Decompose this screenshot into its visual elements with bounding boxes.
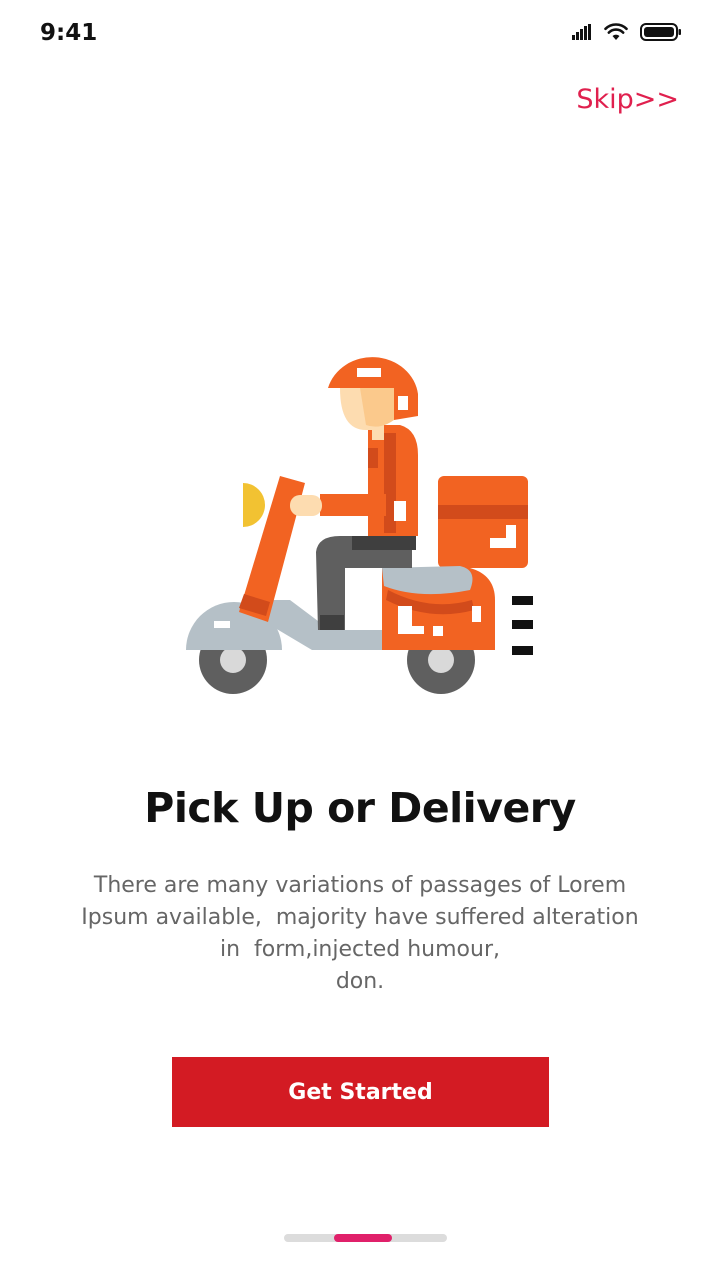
description-line: There are many variations of passages of… — [93, 873, 627, 898]
signal-icon — [572, 24, 591, 40]
page-indicator-active — [334, 1234, 392, 1242]
get-started-button[interactable]: Get Started — [172, 1057, 549, 1127]
description-line: don. — [335, 969, 385, 994]
status-time: 9:41 — [40, 20, 98, 46]
page-indicator — [284, 1234, 447, 1242]
status-bar: 9:41 — [0, 0, 720, 70]
description-line: Ipsum available, majority have suffered … — [81, 905, 639, 930]
status-icons — [572, 23, 682, 41]
wifi-icon — [604, 23, 628, 40]
scooter-delivery-icon — [186, 357, 533, 694]
skip-link[interactable]: Skip>> — [576, 84, 679, 115]
description: There are many variations of passages of… — [60, 870, 660, 998]
battery-icon — [640, 23, 681, 41]
page-title: Pick Up or Delivery — [144, 784, 576, 832]
description-line: in form,injected humour, — [219, 937, 500, 962]
